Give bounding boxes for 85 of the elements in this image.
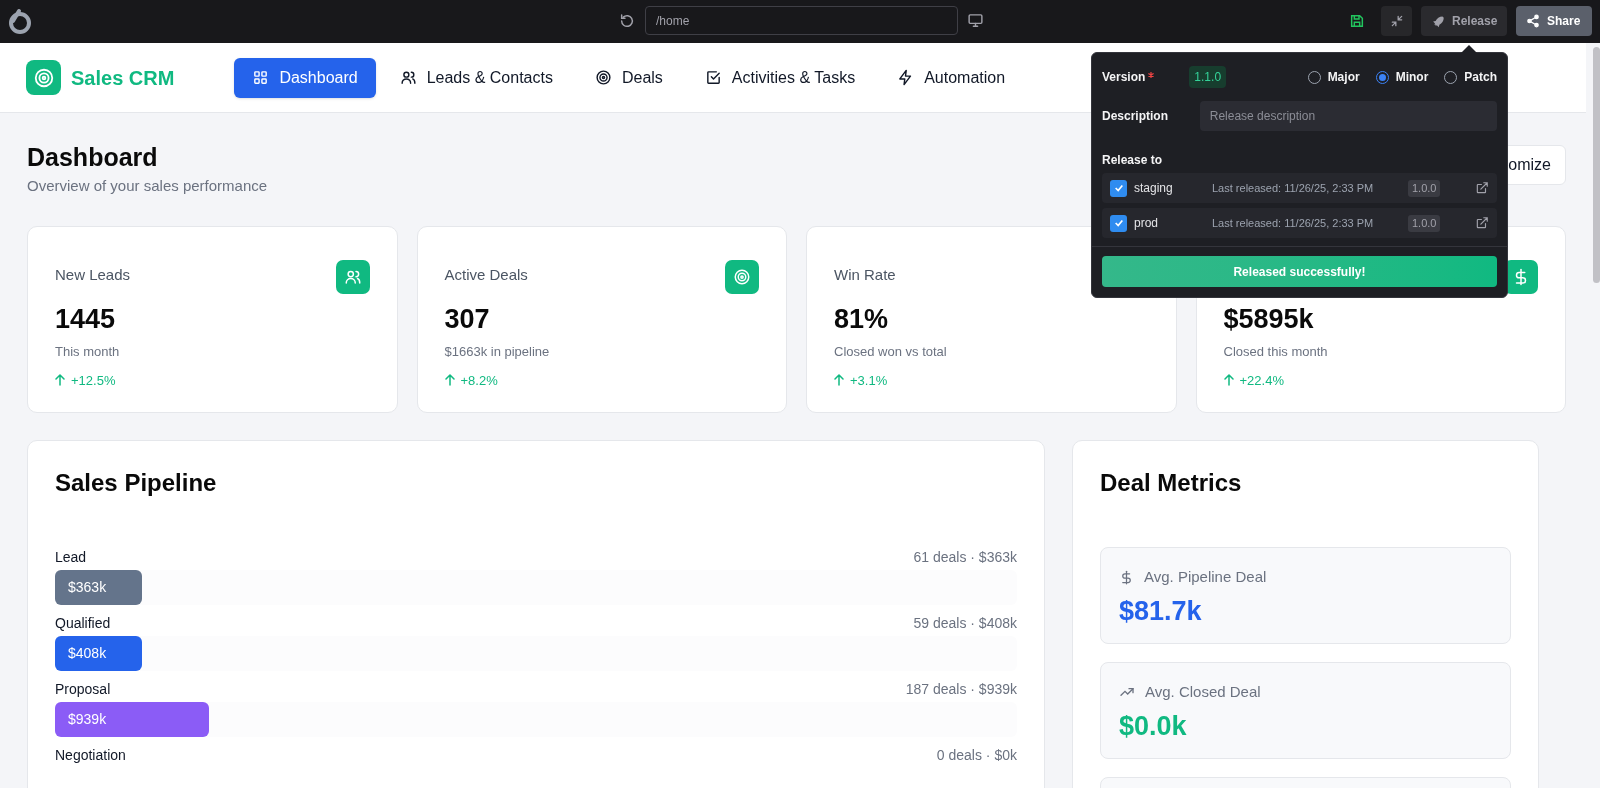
arrow-up-icon [834,374,844,387]
external-link-icon[interactable] [1475,216,1489,230]
nav-tab[interactable]: Dashboard [234,57,376,98]
stage-bar: $408k [55,636,142,671]
stat-caption: This month [55,343,121,361]
logo-icon[interactable] [7,8,33,34]
stat-value: 307 [444,303,491,336]
arrow-up-icon [444,374,455,387]
collapse-icon [1389,14,1404,28]
description-field[interactable]: Release description [1199,101,1497,131]
last-released-text: Last released: 11/26/25, 2:33 PM [1212,180,1375,196]
stat-value: 81% [834,303,890,336]
stage-name: Qualified [55,614,111,633]
stat-change: +8.2% [460,371,498,390]
stat-value: $5895k [1223,303,1315,336]
stage-summary: 59 deals · $408k [913,614,1017,633]
save-icon[interactable] [1349,13,1365,29]
target-row[interactable]: prod Last released: 11/26/25, 2:33 PM 1.0.0 [1102,208,1497,238]
page-title: Dashboard [27,142,159,173]
target-icon [725,260,759,294]
share-button[interactable]: Share [1516,6,1592,36]
stage-name: Proposal [55,680,111,699]
stage-name: Lead [55,548,87,567]
stage-bar: $939k [55,702,209,737]
arrow-up-icon [55,374,65,387]
stat-label: Win Rate [834,265,896,285]
stage-summary: 187 deals · $939k [905,680,1017,699]
bump-radio[interactable]: Minor [1375,68,1429,86]
bump-radio[interactable]: Major [1307,68,1360,86]
checkbox[interactable] [1110,179,1127,197]
stat-caption: Closed won vs total [834,343,948,361]
metric-value: $0.0k [1119,709,1188,743]
stage-bar: $363k [55,570,142,605]
version-badge: 1.1.0 [1189,66,1227,88]
nav-tab[interactable]: Automation [879,57,1024,98]
monitor-icon[interactable] [967,12,984,29]
metric-label: Avg. Closed Deal [1145,682,1261,702]
people-icon [335,260,370,294]
card-title: Deal Metrics [1100,468,1243,498]
checkbox[interactable] [1110,214,1127,232]
stage-name: Negotiation [55,746,126,765]
target-name: prod [1134,215,1160,232]
nav-tab[interactable]: Deals [576,57,681,98]
bump-radio[interactable]: Patch [1444,68,1497,86]
checkmark-icon [1113,183,1124,193]
version-badge: 1.0.0 [1408,179,1441,197]
metric-label: Avg. Pipeline Deal [1144,567,1267,587]
url-field[interactable]: /home [645,6,958,35]
collapse-button[interactable] [1381,6,1412,36]
target-icon [594,69,612,86]
arrow-up-icon [1223,374,1234,387]
stage-summary: 61 deals · $363k [913,548,1017,567]
metric-value: $81.7k [1119,594,1203,628]
checkbox-icon [704,69,722,86]
people-icon [399,69,417,86]
share-icon [1526,14,1540,28]
section-label: Release to [1102,152,1164,169]
external-link-icon[interactable] [1475,181,1489,195]
stat-label: Active Deals [444,265,528,285]
stat-change: +3.1% [850,371,888,390]
description-label: Description [1102,108,1169,125]
stat-caption: $1663k in pipeline [444,343,551,361]
nav-tab[interactable]: Leads & Contacts [381,57,571,98]
brand-name: Sales CRM [71,65,175,91]
card-title: Sales Pipeline [55,468,218,498]
stat-value: 1445 [55,303,117,336]
version-badge: 1.0.0 [1408,214,1441,232]
brand-logo-icon [26,60,61,95]
target-name: staging [1134,180,1174,197]
nav-tab[interactable]: Activities & Tasks [686,57,874,98]
stat-label: New Leads [55,265,131,285]
dollar-icon [1119,569,1134,585]
grid-icon [252,69,270,86]
last-released-text: Last released: 11/26/25, 2:33 PM [1212,215,1375,231]
scrollbar-thumb[interactable] [1592,47,1600,283]
reload-icon[interactable] [619,13,635,29]
stat-change: +12.5% [71,371,116,390]
stat-change: +22.4% [1239,371,1284,390]
version-label: Version [1102,69,1146,86]
stat-caption: Closed this month [1223,343,1329,361]
checkmark-icon [1113,218,1124,228]
page-subtitle: Overview of your sales performance [27,176,268,196]
release-button[interactable]: Release [1421,6,1507,36]
target-row[interactable]: staging Last released: 11/26/25, 2:33 PM 1.0.0 [1102,173,1497,203]
stage-summary: 0 deals · $0k [936,746,1017,765]
